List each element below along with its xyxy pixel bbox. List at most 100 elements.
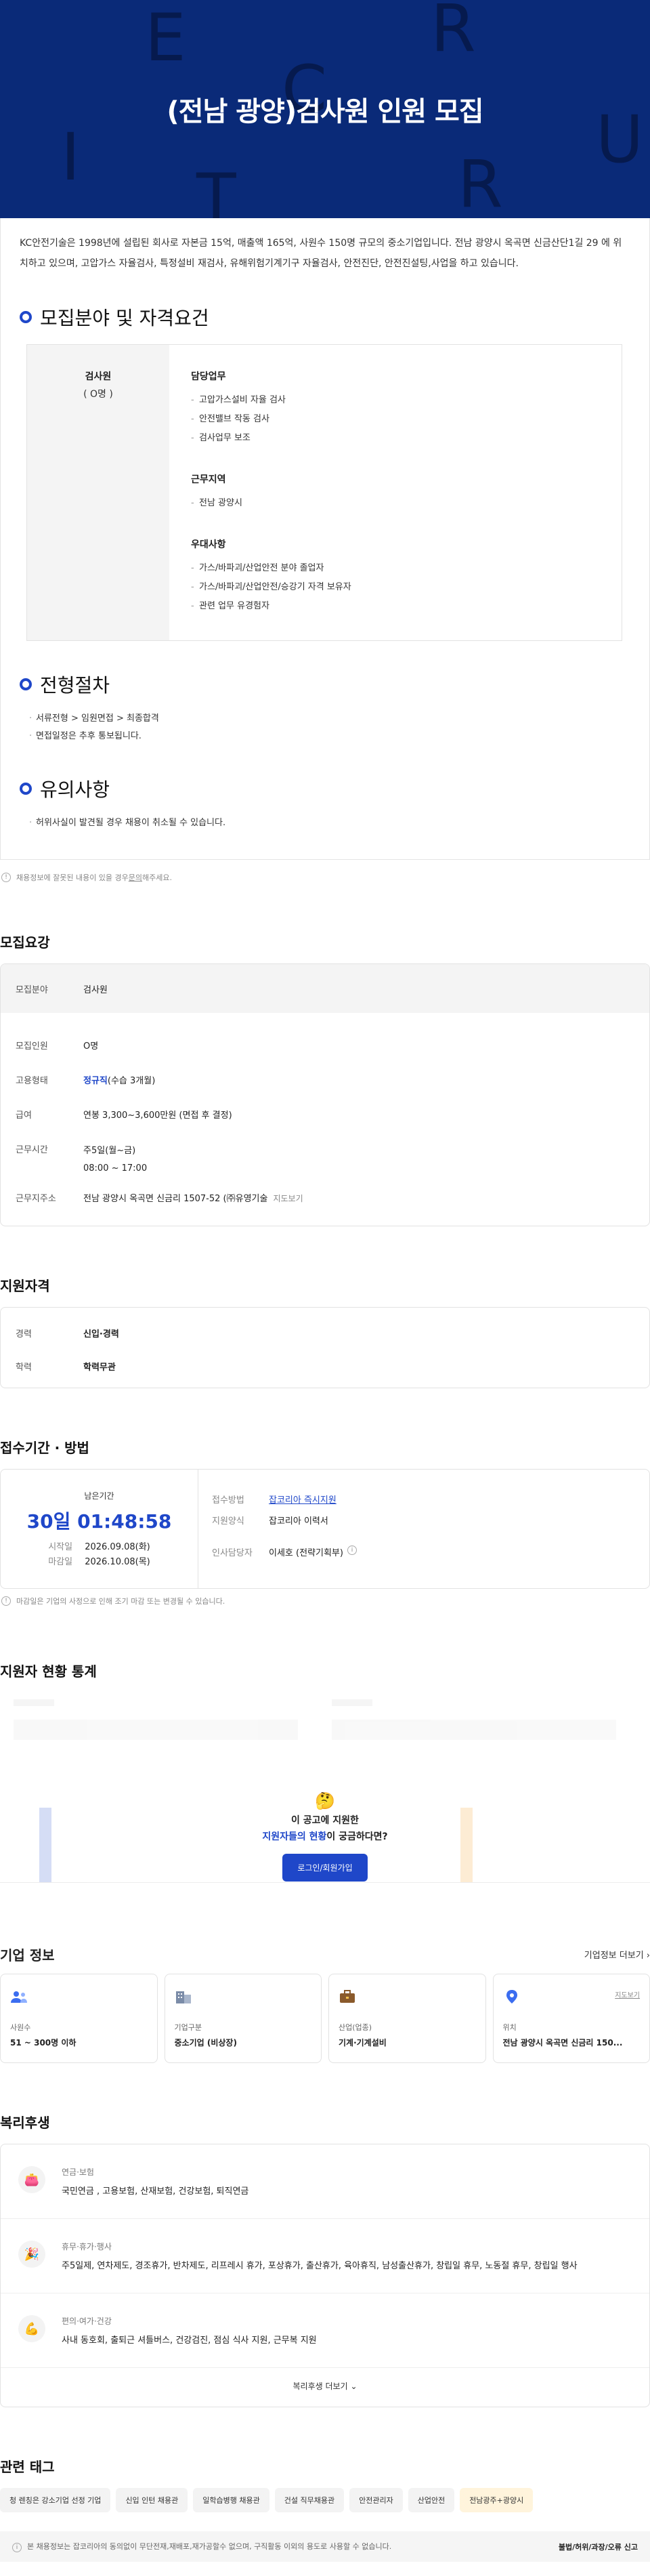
map-link[interactable]: 지도보기 [273, 1194, 303, 1203]
card-label: 위치 [502, 2023, 517, 2032]
process-list: 서류전형 > 임원면접 > 최종합격 면접일정은 추후 통보됩니다. [20, 710, 630, 745]
hero-letter: R [431, 0, 476, 66]
apply-title: 접수기간 · 방법 [0, 1440, 89, 1456]
welfare-item-value: 국민연금 , 고용보험, 산재보험, 건강보험, 퇴직연금 [62, 2186, 249, 2197]
requirements-hours-row: 근무시간 주5일(월~금) 08:00 ~ 17:00 [1, 1142, 649, 1178]
tag-item[interactable]: 안전관리자 [349, 2488, 403, 2512]
welfare-item-title: 휴무·휴가·행사 [62, 2242, 112, 2251]
info-icon[interactable]: i [347, 1545, 357, 1555]
duty-block: 담당업무 고압가스설비 자율 검사 안전밸브 작동 검사 검사업무 보조 [191, 369, 622, 448]
notice-text-end: 해주세요. [142, 873, 173, 882]
career-value: 신입·경력 [83, 1329, 119, 1339]
preference-heading: 우대사항 [191, 539, 226, 550]
instant-apply-link[interactable]: 잡코리아 즉시지원 [269, 1493, 337, 1505]
circle-bullet-icon [20, 678, 32, 690]
education-value: 학력무관 [83, 1363, 116, 1373]
chevron-down-icon: ⌄ [350, 2382, 358, 2391]
process-item: 면접일정은 추후 통보됩니다. [29, 728, 630, 745]
hero-letter: I [61, 119, 81, 195]
requirements-title: 모집요강 [0, 934, 50, 951]
requirements-box: 모집분야 검사원 모집인원 O명 고용형태 정규직(수습 3개월) 급여 연봉 … [0, 963, 650, 1226]
company-more-link[interactable]: 기업정보 더보기 › [584, 1948, 650, 1961]
hours-time: 08:00 ~ 17:00 [83, 1163, 148, 1173]
location-item: 전남 광양시 [191, 494, 622, 513]
tag-item[interactable]: 일학습병행 채용관 [193, 2488, 269, 2512]
form-value: 잡코리아 이력서 [269, 1516, 328, 1526]
position-name: 검사원 [85, 371, 112, 382]
info-icon: i [12, 2543, 22, 2552]
process-section-title: 전형절차 [20, 671, 630, 698]
requirements-address-row: 근무지주소 전남 광양시 옥곡면 신금리 1507-52 (㈜유영기술 지도보기 [1, 1191, 649, 1204]
salary-label: 급여 [16, 1110, 32, 1121]
hero-letter: T [196, 160, 236, 218]
recruit-section-title: 모집분야 및 자격요건 [20, 304, 630, 331]
manager-label: 인사담당자 [212, 1548, 253, 1558]
type-label: 고용형태 [16, 1076, 48, 1086]
tag-item[interactable]: 청 렌칭은 강소기업 선정 기업 [0, 2488, 111, 2512]
welfare-item: 💪 편의·여가·건강 사내 동호회, 출퇴근 셔틀버스, 건강검진, 점심 식사 … [1, 2293, 649, 2368]
caution-title: 유의사항 [40, 778, 110, 801]
card-value: 51 ~ 300명 이하 [10, 2038, 77, 2048]
form-label: 지원양식 [212, 1516, 244, 1526]
remaining-time-panel: 남은기간 30일 01:48:58 시작일 2026.09.08(화) 마감일 20… [1, 1470, 198, 1588]
count-label: 모집인원 [16, 1041, 48, 1052]
company-header: 기업 정보 기업정보 더보기 › [0, 1945, 650, 1964]
recruit-table: 검사원 ( O명 ) 담당업무 고압가스설비 자율 검사 안전밸브 작동 검사 … [26, 344, 622, 641]
stats-login-prompt: 🤔 이 공고에 지원한 지원자들의 현황이 궁금하다면? 로그인/회원가입 [0, 1791, 650, 1882]
welfare-more-button[interactable]: 복리후생 더보기 ⌄ [1, 2368, 649, 2407]
welfare-title: 복리후생 [0, 2115, 50, 2131]
welfare-item-value: 사내 동호회, 출퇴근 셔틀버스, 건강검진, 점심 식사 지원, 근무복 지원 [62, 2335, 317, 2346]
report-link[interactable]: 불법/허위/과장/오류 신고 [559, 2541, 638, 2552]
info-icon: ! [1, 873, 11, 882]
address-label: 근무지주소 [16, 1194, 56, 1204]
page-title: (전남 광양)검사원 인원 모집 [167, 96, 483, 127]
duty-item: 고압가스설비 자율 검사 [191, 391, 622, 410]
qualifications-box: 경력 신입·경력 학력 학력무관 [0, 1307, 650, 1388]
card-label: 사원수 [10, 2023, 31, 2032]
deadline-notice-text: 마감일은 기업의 사정으로 인해 조기 마감 또는 변경될 수 있습니다. [16, 1597, 225, 1606]
party-icon: 🎉 [18, 2241, 45, 2268]
card-label: 산업(업종) [339, 2023, 372, 2032]
copyright-text: 본 채용정보는 잡코리아의 동의없이 무단전재,재배포,재가공할수 없으며, 구… [27, 2542, 392, 2551]
notice-text: 채용정보에 잘못된 내용이 있을 경우 [16, 873, 129, 882]
remaining-label: 남은기간 [84, 1491, 114, 1501]
field-label: 모집분야 [16, 984, 48, 995]
start-value: 2026.09.08(화) [85, 1542, 150, 1552]
preference-item: 가스/바파괴/산업안전 분야 졸업자 [191, 559, 622, 578]
stats-prompt-highlight: 지원자들의 현황 [262, 1831, 327, 1842]
duty-heading: 담당업무 [191, 371, 226, 382]
company-intro: KC안전기술은 1998년에 설립된 회사로 자본금 15억, 매출액 165억… [20, 238, 622, 269]
info-icon: ! [1, 1596, 11, 1606]
count-value: O명 [83, 1041, 99, 1052]
process-title: 전형절차 [40, 674, 110, 697]
company-more-label: 기업정보 더보기 [584, 1951, 644, 1961]
login-signup-button[interactable]: 로그인/회원가입 [282, 1854, 368, 1882]
welfare-item-title: 편의·여가·건강 [62, 2317, 112, 2326]
tag-item-highlighted[interactable]: 전남광주+광양시 [460, 2488, 534, 2512]
card-label: 기업구분 [174, 2023, 202, 2032]
card-value: 기계·기계설비 [339, 2038, 387, 2048]
people-icon [11, 1991, 27, 2003]
circle-bullet-icon [20, 311, 32, 323]
card-value: 중소기업 (비상장) [174, 2038, 237, 2048]
inquiry-link[interactable]: 문의 [129, 872, 142, 883]
location-map-link[interactable]: 지도보기 [615, 1989, 640, 1999]
hero-letter: R [458, 146, 503, 218]
tag-item[interactable]: 신입 인턴 채용관 [116, 2488, 188, 2512]
preference-item: 가스/바파괴/산업안전/승강기 자격 보유자 [191, 578, 622, 597]
company-card-industry: 산업(업종) 기계·기계설비 [328, 1974, 486, 2063]
tag-item[interactable]: 건설 직무채용관 [274, 2488, 345, 2512]
field-value: 검사원 [83, 984, 108, 995]
welfare-more-label: 복리후생 더보기 [292, 2382, 348, 2391]
welfare-item-value: 주5일제, 연차제도, 경조휴가, 반차제도, 리프레시 휴가, 포상휴가, 출… [62, 2261, 578, 2271]
end-label: 마감일 [48, 1557, 73, 1567]
education-row: 학력 학력무관 [1, 1360, 649, 1373]
address-value: 전남 광양시 옥곡면 신금리 1507-52 (㈜유영기술 [83, 1194, 268, 1204]
type-note: (수습 3개월) [107, 1076, 156, 1086]
preference-item: 관련 업무 유경험자 [191, 597, 622, 616]
piggy-bank-icon: 👛 [18, 2166, 45, 2193]
tag-item[interactable]: 산업안전 [408, 2488, 455, 2512]
requirements-type-row: 고용형태 정규직(수습 3개월) [1, 1073, 649, 1086]
duty-cell: 담당업무 고압가스설비 자율 검사 안전밸브 작동 검사 검사업무 보조 근무지… [169, 345, 622, 640]
end-value: 2026.10.08(목) [85, 1557, 150, 1567]
